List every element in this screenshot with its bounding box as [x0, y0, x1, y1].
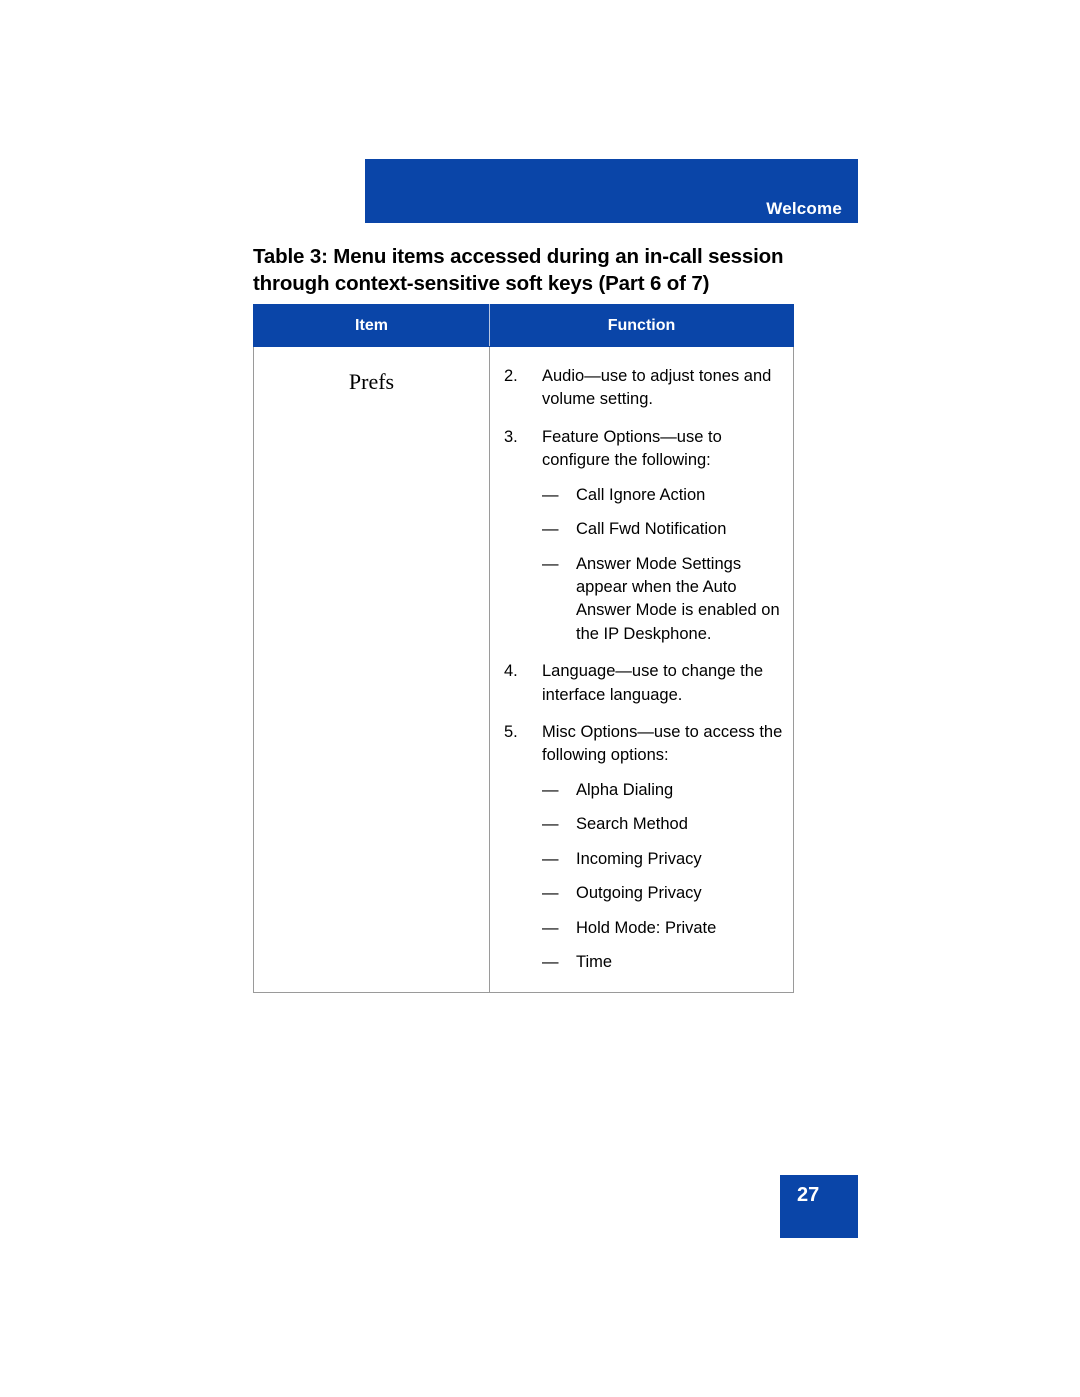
- numbered-entry: 4. Language—use to change the interface l…: [504, 660, 783, 707]
- entry-number: 3.: [504, 427, 518, 446]
- dash-subitem: — Outgoing Privacy: [542, 882, 783, 905]
- dash-subitem: — Search Method: [542, 813, 783, 836]
- em-dash-icon: —: [542, 780, 559, 799]
- dash-subitem: — Alpha Dialing: [542, 779, 783, 802]
- column-header-item: Item: [253, 304, 490, 347]
- section-title: Welcome: [766, 199, 842, 218]
- numbered-entry: 5. Misc Options—use to access the followi…: [504, 721, 783, 974]
- entry-text: Language—use to change the interface lan…: [542, 662, 764, 704]
- em-dash-icon: —: [542, 953, 559, 972]
- numbered-entry: 3. Feature Options—use to configure the f…: [504, 426, 783, 646]
- subitem-text: Call Fwd Notification: [576, 520, 727, 539]
- entry-text: Misc Options—use to access the following…: [542, 723, 783, 765]
- dash-subitem: — Call Ignore Action: [542, 484, 783, 507]
- table-caption: Table 3: Menu items accessed during an i…: [253, 245, 784, 296]
- subitem-text: Search Method: [576, 815, 688, 834]
- dash-subitem: — Answer Mode Settings appear when the Au…: [542, 553, 783, 647]
- subitem-text: Time: [576, 953, 613, 972]
- numbered-entry: 2. Audio—use to adjust tones and volume s…: [504, 365, 783, 412]
- subitem-text: Alpha Dialing: [576, 780, 674, 799]
- dash-sublist: — Call Ignore Action — Call Fwd Notificatio…: [542, 484, 783, 647]
- subitem-text: Incoming Privacy: [576, 849, 702, 868]
- numbered-entry-list: 2. Audio—use to adjust tones and volume s…: [504, 365, 783, 974]
- subitem-text: Answer Mode Settings appear when the Aut…: [576, 554, 780, 643]
- page-number: 27: [797, 1184, 820, 1206]
- subitem-text: Hold Mode: Private: [576, 918, 717, 937]
- em-dash-icon: —: [542, 849, 559, 868]
- subitem-text: Call Ignore Action: [576, 485, 706, 504]
- entry-number: 5.: [504, 723, 518, 742]
- dash-sublist: — Alpha Dialing — Search Method — Incoming Pr…: [542, 779, 783, 975]
- entry-number: 2.: [504, 367, 518, 385]
- dash-subitem: — Time: [542, 951, 783, 974]
- dash-subitem: — Hold Mode: Private: [542, 917, 783, 940]
- entry-text: Feature Options—use to configure the fol…: [542, 427, 722, 470]
- subitem-text: Outgoing Privacy: [576, 884, 702, 903]
- entry-text: Audio—use to adjust tones and volume set…: [542, 367, 772, 409]
- column-header-function: Function: [489, 304, 794, 347]
- menu-items-table: Item Function Prefs 2. Audio—use to adjus…: [253, 304, 794, 994]
- running-header-bar: Welcome: [365, 159, 858, 223]
- dash-subitem: — Call Fwd Notification: [542, 518, 783, 541]
- em-dash-icon: —: [542, 485, 559, 504]
- em-dash-icon: —: [542, 520, 559, 539]
- em-dash-icon: —: [542, 815, 559, 834]
- table-header-row: Item Function: [253, 304, 794, 347]
- em-dash-icon: —: [542, 918, 559, 937]
- cell-function-description: 2. Audio—use to adjust tones and volume s…: [489, 345, 794, 994]
- cell-item-name: Prefs: [253, 345, 490, 994]
- page-number-block: 27: [780, 1175, 858, 1238]
- em-dash-icon: —: [542, 554, 559, 573]
- entry-number: 4.: [504, 662, 518, 681]
- table-row: Prefs 2. Audio—use to adjust tones and vo…: [253, 345, 794, 994]
- dash-subitem: — Incoming Privacy: [542, 848, 783, 871]
- em-dash-icon: —: [542, 884, 559, 903]
